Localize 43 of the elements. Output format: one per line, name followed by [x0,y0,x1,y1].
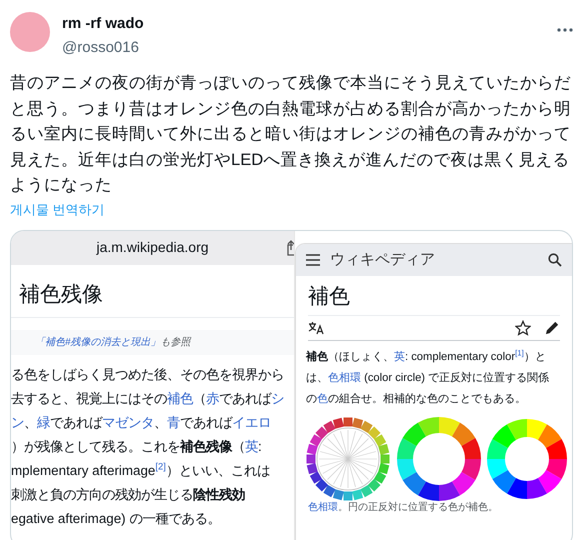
article-title: 補色 [308,284,350,308]
text-link[interactable]: ン [11,414,24,430]
author-name[interactable]: rm -rf wado [62,15,144,32]
text-link[interactable]: 青 [167,414,180,430]
article-text: ン、緑であればマゼンタ、青であればイエロ [11,414,272,432]
url-text: ja.m.wikipedia.org [96,238,209,257]
site-name: ウィキペディア [330,249,435,270]
translate-link[interactable]: 게시물 번역하기 [10,200,105,218]
article-text: は、色相環 (color circle) で正反対に位置する関係 [306,370,550,386]
text-link[interactable]: 英 [394,350,405,362]
article-text: ）が残像として残る。これを補色残像（英: [11,438,263,456]
article-text: 去すると、視覚上にはその補色（赤であればシ [11,390,285,408]
post-text: 昔のアニメの夜の街が青っぽいのって残像で本当にそう見えていたからだと思う。つまり昔はオレンジ色の白熱電球が占める割合が高かったから明るい室内に長時間いて外に出ると暗い街はオレンジの補色の青みがかって見えた。近年は白の蛍光灯やLEDへ置き換えが進んだので夜は黒く見えるようになった [10,72,572,196]
article-text: 補色（ほしょく、英: complementary color$^{[1]}$）と [306,346,547,364]
text-link[interactable]: 色 [317,392,328,404]
reference-link[interactable]: [1] [515,348,524,357]
reference-link[interactable]: [2] [155,461,166,472]
article-text: mplementary afterimage$^{[2]}$）といい、これは [11,460,271,480]
text-link[interactable]: 補色 [167,390,193,406]
language-icon [308,320,325,334]
text-link[interactable]: 色相環 [308,502,338,512]
star-icon [515,320,531,336]
text-link[interactable]: 「補色#残像の消去と現出」 [35,336,161,348]
text-link[interactable]: 英 [245,438,258,454]
menu-icon [306,254,320,266]
share-icon [286,240,294,256]
article-text: egative afterimage) の一種である。 [11,510,222,528]
more-options-icon[interactable] [557,28,573,32]
pencil-icon [545,320,560,335]
text-link[interactable]: 色相環 [328,372,361,384]
text-link[interactable]: 緑 [37,414,50,430]
text-link[interactable]: 赤 [206,390,219,406]
image-caption: 色相環。円の正反対に位置する色が補色。 [308,502,499,514]
article-text: の色の組合せ。相補的な色のことでもある。 [306,392,527,406]
author-handle[interactable]: @rosso016 [62,39,139,56]
article-text: 刺激と負の方向の残効が生じる陰性残効 [11,486,246,504]
hatnote-text: 「補色#残像の消去と現出」も参照 [35,336,191,348]
article-text: る色をしばらく見つめた後、その色を視界から [11,366,285,384]
article-title: 補色残像 [19,282,103,306]
text-link[interactable]: イエロ [232,414,271,430]
text-link[interactable]: マゼンタ [102,414,154,430]
text-link[interactable]: シ [271,390,284,406]
search-icon [548,252,562,266]
